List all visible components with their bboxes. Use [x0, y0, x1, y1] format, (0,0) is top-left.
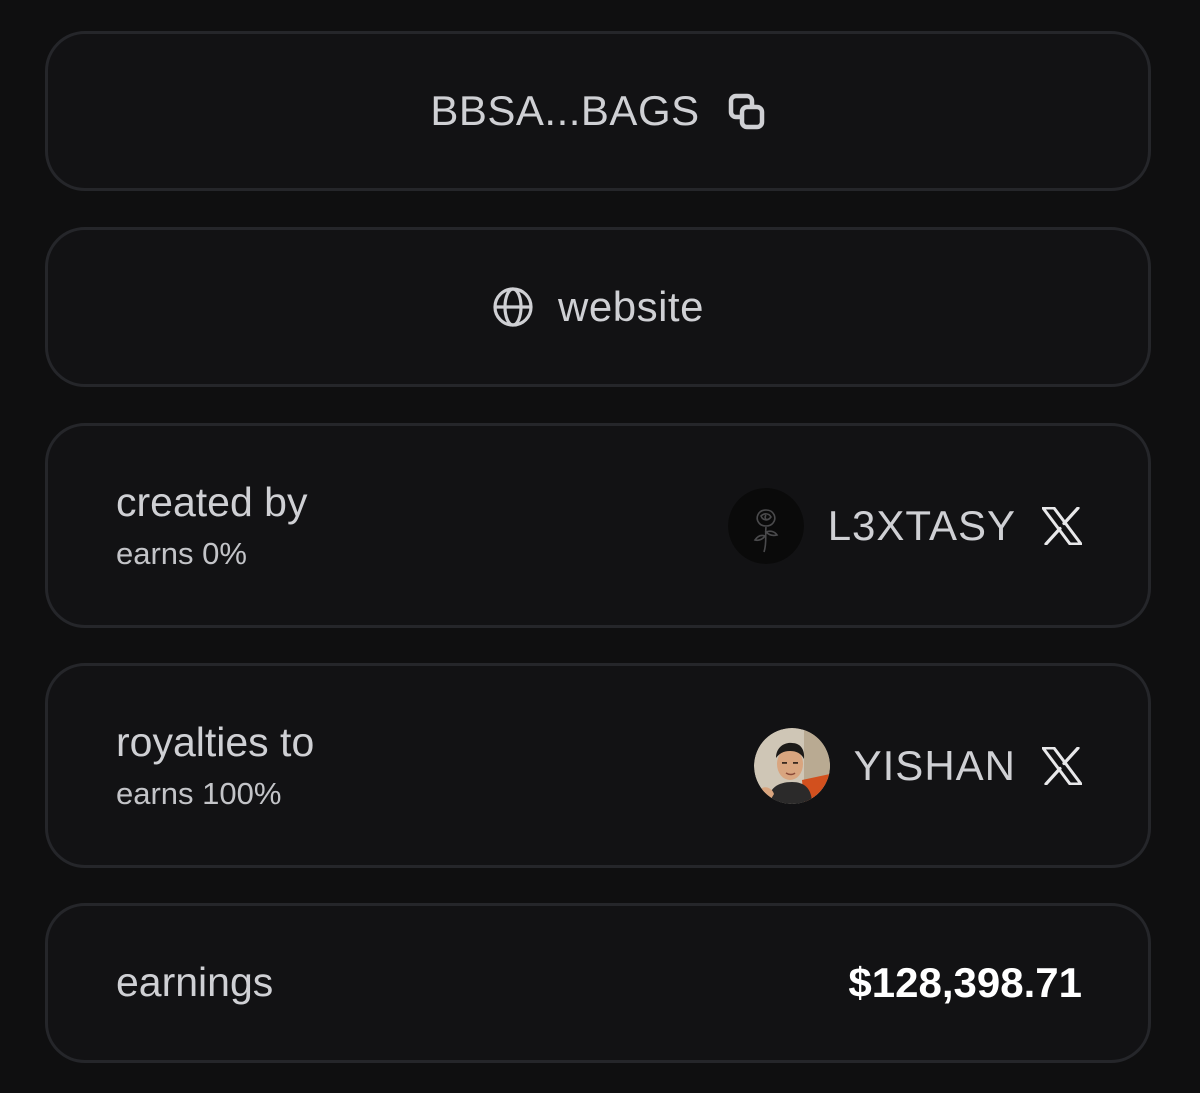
royalty-recipient-avatar[interactable] [753, 727, 830, 804]
created-by-label: created by [116, 478, 308, 525]
x-icon[interactable] [1042, 746, 1082, 785]
x-icon[interactable] [1042, 506, 1082, 545]
royalties-earns-label: earns 100% [116, 776, 282, 812]
creator-avatar[interactable] [727, 487, 804, 564]
earnings-label: earnings [116, 959, 274, 1006]
creator-earns-label: earns 0% [116, 536, 247, 572]
royalties-card: royalties to earns 100% YISHAN [45, 663, 1151, 868]
token-address-text: BBSA...BAGS [430, 87, 700, 134]
earnings-value: $128,398.71 [848, 959, 1082, 1006]
globe-icon [492, 286, 534, 328]
creator-name[interactable]: L3XTASY [828, 502, 1016, 550]
website-link-card[interactable]: website [45, 227, 1151, 387]
earnings-card: earnings $128,398.71 [45, 903, 1151, 1063]
website-label: website [558, 283, 704, 330]
creator-card: created by earns 0% L3XTASY [45, 423, 1151, 628]
royalty-recipient-name[interactable]: YISHAN [854, 742, 1016, 790]
token-address-card[interactable]: BBSA...BAGS [45, 31, 1151, 191]
royalties-to-label: royalties to [116, 718, 315, 765]
copy-icon[interactable] [726, 91, 766, 131]
